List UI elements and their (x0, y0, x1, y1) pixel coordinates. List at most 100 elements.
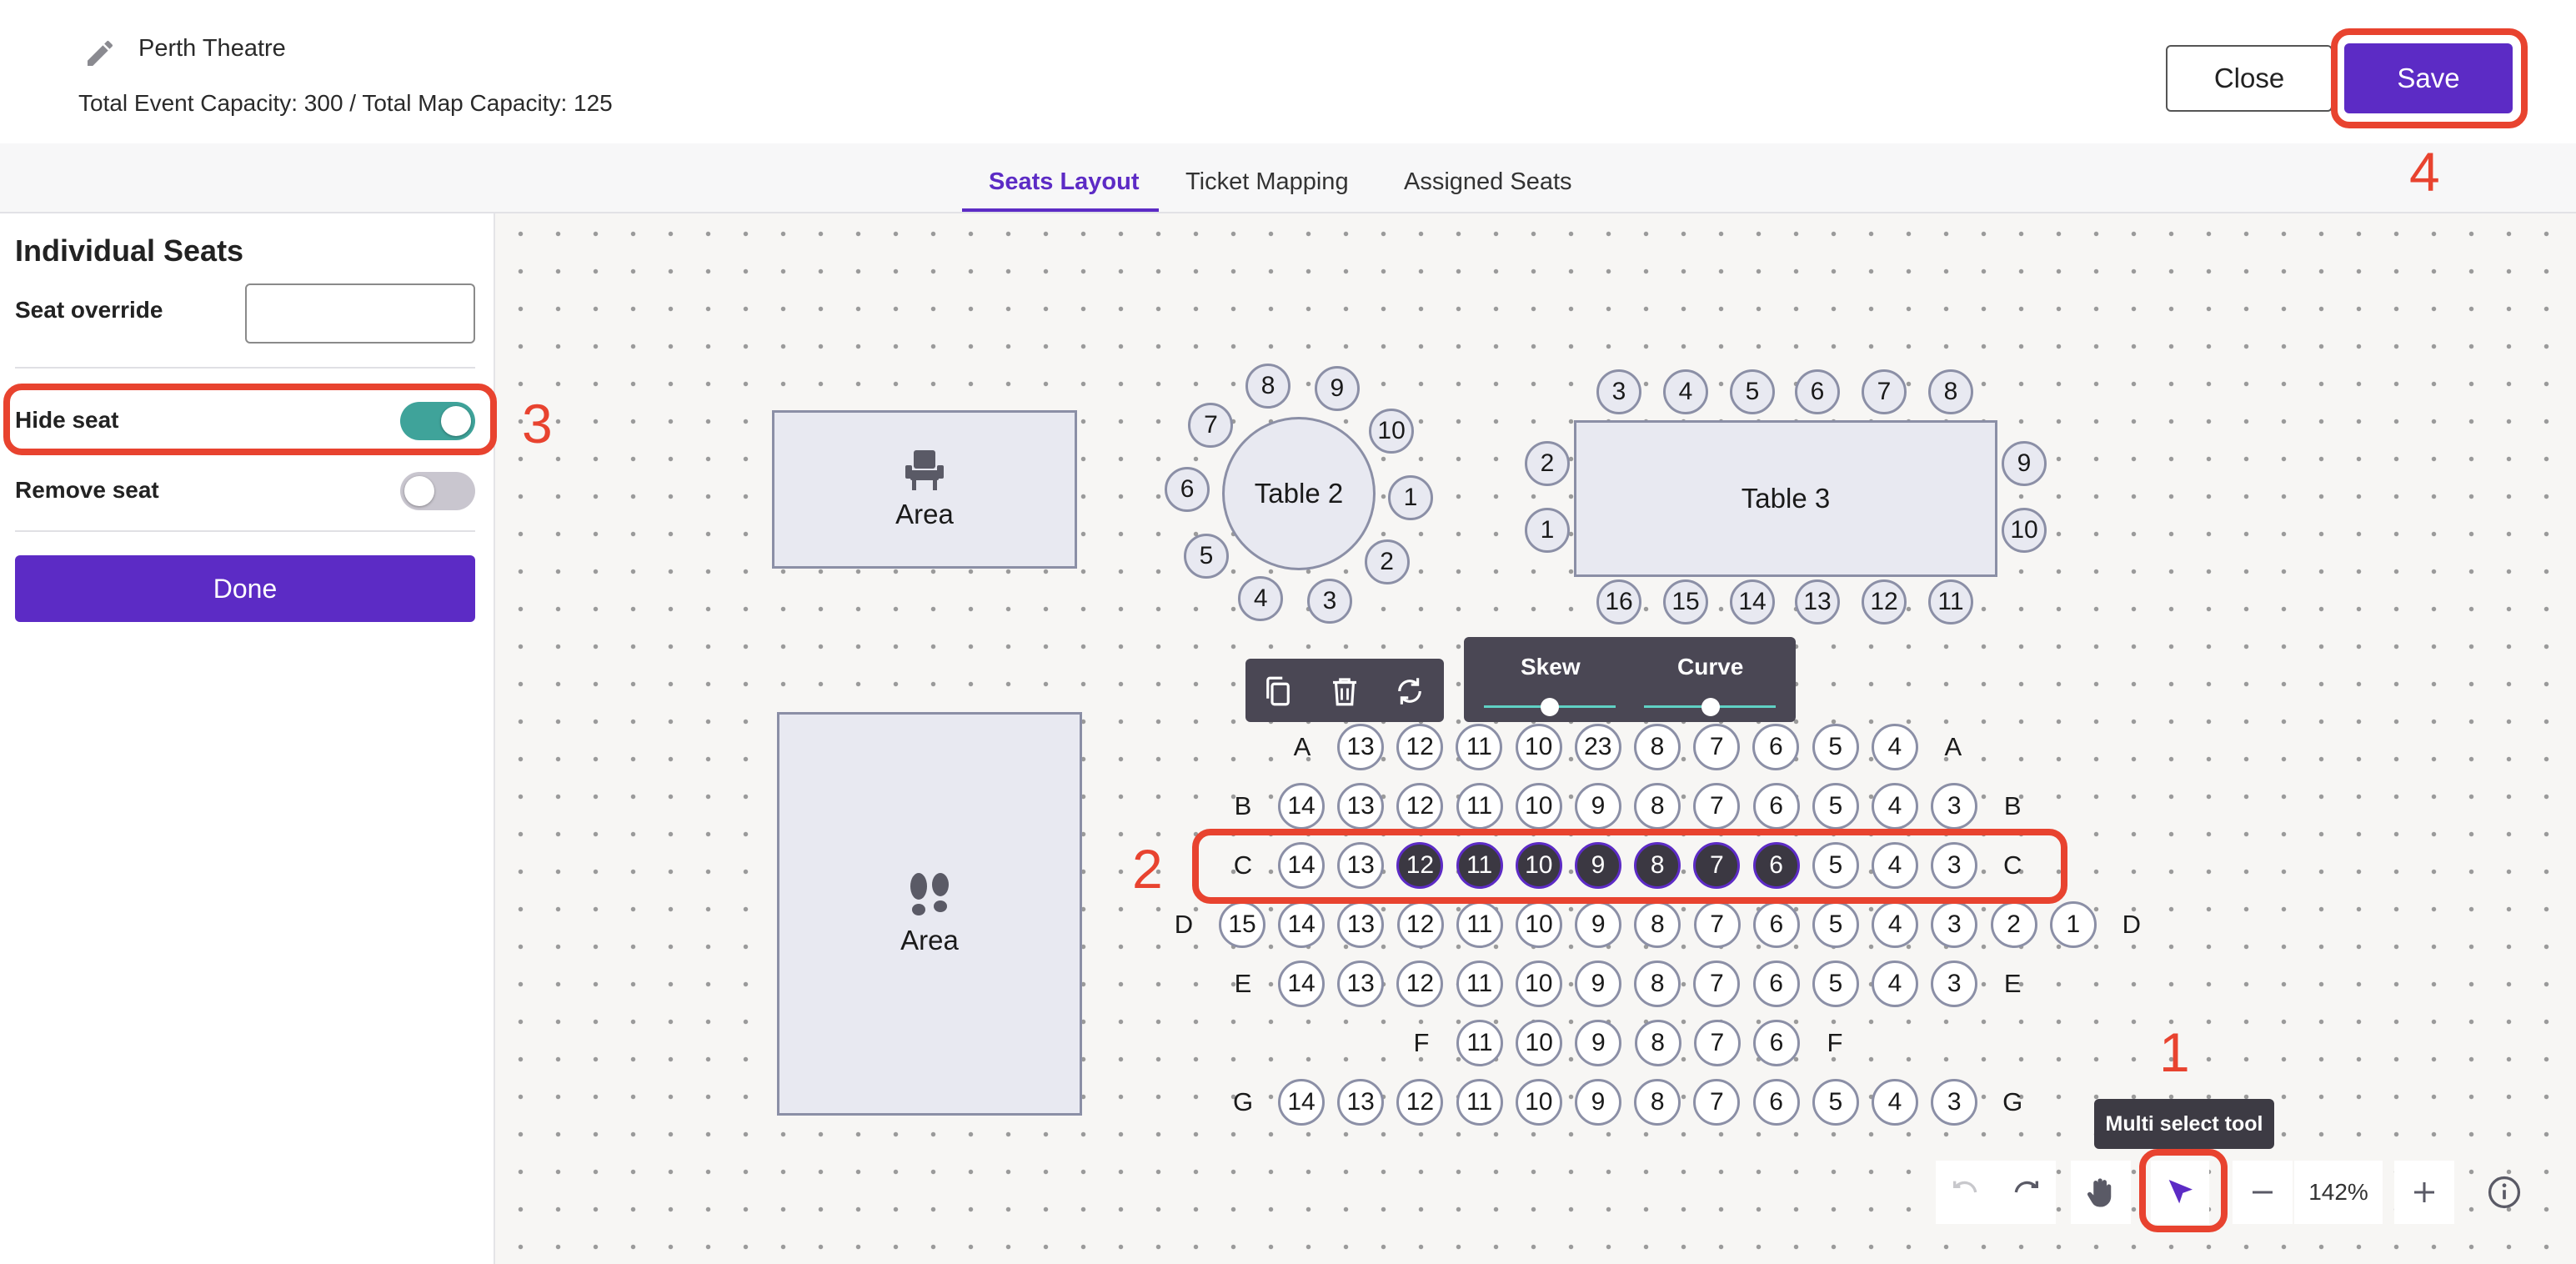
seat[interactable]: 5 (1812, 842, 1859, 889)
zoom-in-button[interactable] (2394, 1161, 2454, 1224)
table-seat[interactable]: 3 (1306, 578, 1352, 624)
seat[interactable]: 7 (1693, 1079, 1741, 1126)
seat[interactable]: 7 (1693, 1020, 1741, 1066)
done-button[interactable]: Done (15, 555, 475, 622)
seat[interactable]: 4 (1872, 842, 1918, 889)
seat[interactable]: 4 (1872, 783, 1918, 830)
multi-select-tool-button[interactable] (2151, 1161, 2209, 1224)
seat[interactable]: 6 (1752, 1079, 1800, 1126)
seat[interactable]: 10 (1515, 1079, 1562, 1126)
table-seat[interactable]: 7 (1188, 402, 1234, 448)
seat[interactable]: 11 (1456, 724, 1503, 770)
seat-selected[interactable]: 6 (1752, 842, 1800, 889)
seat[interactable]: 12 (1396, 724, 1444, 770)
seat[interactable]: 4 (1872, 961, 1918, 1007)
zoom-out-button[interactable] (2233, 1161, 2293, 1224)
table-seat[interactable]: 12 (1862, 579, 1907, 624)
seat[interactable]: 13 (1337, 961, 1385, 1007)
seat[interactable]: 4 (1871, 724, 1918, 770)
seat[interactable]: 15 (1219, 901, 1265, 948)
table-seat[interactable]: 1 (1525, 508, 1570, 553)
seat[interactable]: 7 (1693, 961, 1741, 1007)
table-seat[interactable]: 14 (1730, 579, 1775, 624)
seat[interactable]: 5 (1812, 1079, 1859, 1126)
seat[interactable]: 9 (1575, 1079, 1621, 1126)
seat[interactable]: 7 (1693, 783, 1741, 830)
seat[interactable]: 5 (1812, 783, 1859, 830)
seat[interactable]: 3 (1931, 901, 1978, 948)
table-seat[interactable]: 9 (1314, 366, 1360, 412)
rotate-icon[interactable] (1392, 674, 1427, 709)
seat[interactable]: 8 (1634, 1020, 1681, 1066)
seat[interactable]: 11 (1456, 1079, 1503, 1126)
seat[interactable]: 14 (1278, 842, 1325, 889)
seat[interactable]: 13 (1337, 1079, 1385, 1126)
seat[interactable]: 7 (1693, 901, 1741, 948)
seat[interactable]: 8 (1634, 961, 1681, 1007)
seat[interactable]: 10 (1516, 1020, 1563, 1066)
seat[interactable]: 11 (1456, 783, 1503, 830)
seat[interactable]: 12 (1396, 1079, 1444, 1126)
undo-button[interactable] (1936, 1161, 1996, 1224)
seat[interactable]: 6 (1752, 901, 1800, 948)
table-seat[interactable]: 6 (1795, 369, 1840, 414)
seat-selected[interactable]: 7 (1693, 842, 1741, 889)
table-seat[interactable]: 9 (2002, 441, 2047, 486)
tab-seats-layout[interactable]: Seats Layout (989, 168, 1140, 196)
hide-seat-toggle[interactable] (400, 402, 475, 440)
table-seat[interactable]: 4 (1238, 575, 1284, 621)
table-seat[interactable]: 4 (1663, 369, 1708, 414)
trash-icon[interactable] (1327, 674, 1362, 709)
save-button[interactable]: Save (2344, 43, 2513, 113)
seat[interactable]: 3 (1931, 783, 1978, 830)
table-seat[interactable]: 10 (2002, 508, 2047, 553)
seat[interactable]: 14 (1278, 783, 1325, 830)
close-button[interactable]: Close (2166, 45, 2333, 112)
table-seat[interactable]: 16 (1596, 579, 1641, 624)
table-seat[interactable]: 13 (1795, 579, 1840, 624)
seat[interactable]: 5 (1812, 961, 1859, 1007)
seat[interactable]: 6 (1753, 1020, 1800, 1066)
seat[interactable]: 10 (1515, 961, 1562, 1007)
skew-slider-handle[interactable] (1541, 698, 1559, 716)
seat[interactable]: 12 (1396, 961, 1444, 1007)
seat[interactable]: 6 (1752, 961, 1800, 1007)
table-seat[interactable]: 1 (1387, 474, 1433, 520)
seat[interactable]: 3 (1931, 842, 1978, 889)
seat[interactable]: 13 (1337, 783, 1385, 830)
seat[interactable]: 9 (1575, 783, 1621, 830)
seat[interactable]: 12 (1396, 901, 1444, 948)
seat[interactable]: 14 (1278, 961, 1325, 1007)
seat[interactable]: 5 (1812, 901, 1859, 948)
seat[interactable]: 14 (1278, 901, 1326, 948)
seat[interactable]: 10 (1515, 724, 1562, 770)
table-seat[interactable]: 15 (1663, 579, 1708, 624)
seat[interactable]: 11 (1456, 961, 1503, 1007)
seat-selected[interactable]: 10 (1515, 842, 1562, 889)
seat[interactable]: 10 (1516, 901, 1562, 948)
seat-override-input[interactable] (245, 283, 475, 344)
pan-tool-button[interactable] (2071, 1161, 2131, 1224)
seat[interactable]: 23 (1574, 724, 1621, 770)
seat-selected[interactable]: 9 (1575, 842, 1621, 889)
table-seat[interactable]: 10 (1369, 409, 1415, 454)
seat[interactable]: 9 (1575, 1020, 1622, 1066)
tab-ticket-mapping[interactable]: Ticket Mapping (1185, 168, 1349, 196)
seat[interactable]: 5 (1812, 724, 1859, 770)
info-button[interactable] (2474, 1161, 2534, 1224)
table-seat[interactable]: 8 (1245, 364, 1291, 409)
table-seat[interactable]: 5 (1183, 533, 1229, 579)
seat[interactable]: 3 (1931, 1079, 1978, 1126)
seat[interactable]: 8 (1634, 724, 1681, 770)
seat[interactable]: 1 (2049, 901, 2097, 948)
table-seat[interactable]: 6 (1165, 467, 1210, 513)
seat[interactable]: 4 (1872, 901, 1919, 948)
seat[interactable]: 10 (1515, 783, 1562, 830)
seat[interactable]: 8 (1634, 1079, 1681, 1126)
table-seat[interactable]: 2 (1525, 441, 1570, 486)
copy-icon[interactable] (1260, 674, 1296, 709)
pencil-icon[interactable] (83, 37, 117, 70)
round-table-2[interactable]: Table 2 (1222, 417, 1376, 570)
seat[interactable]: 13 (1337, 724, 1384, 770)
rect-table-3[interactable]: Table 3 (1574, 420, 1997, 577)
